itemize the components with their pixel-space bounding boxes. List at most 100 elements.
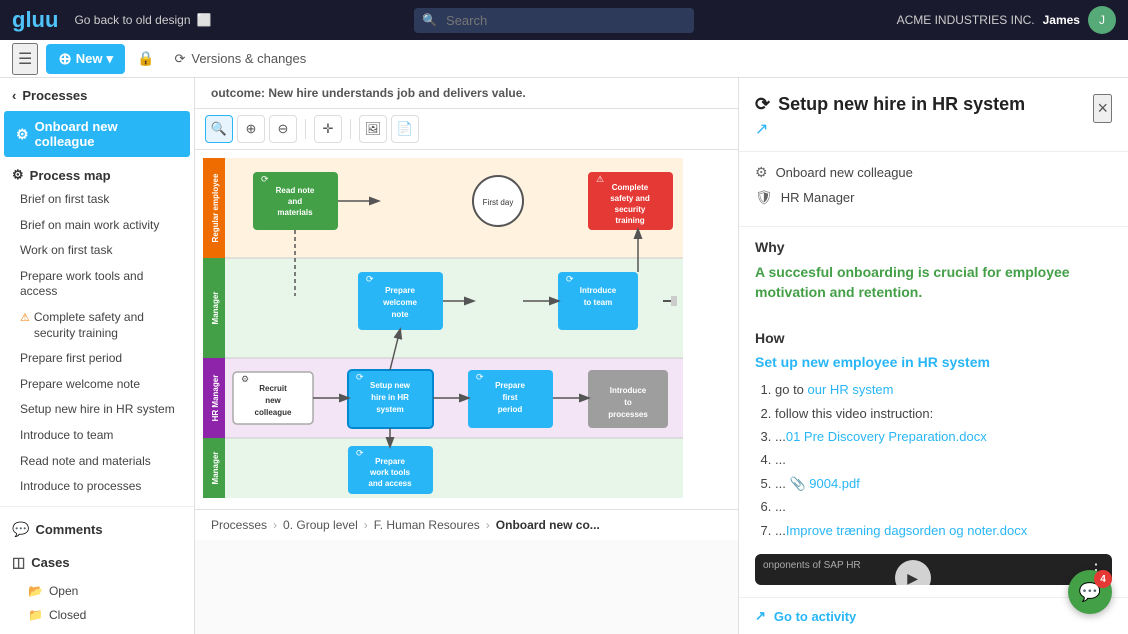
user-name: James bbox=[1043, 13, 1080, 27]
sidebar-item-complete-safety[interactable]: ⚠ Complete safety and security training bbox=[0, 305, 194, 346]
sidebar-item-prepare-welcome-note[interactable]: Prepare welcome note bbox=[0, 372, 194, 398]
go-activity-icon: ↗ bbox=[755, 608, 766, 624]
right-panel-header: ⟳ Setup new hire in HR system ↗ × bbox=[739, 78, 1128, 152]
diagram-toolbar: 🔍 ⊕ ⊖ ✛ 🖼 📄 bbox=[195, 109, 738, 150]
zoom-fit-button[interactable]: ⊕ bbox=[237, 115, 265, 143]
toolbar-separator bbox=[305, 119, 306, 139]
svg-text:first: first bbox=[502, 393, 517, 402]
docx-link-2[interactable]: Improve træning dagsorden og noter.docx bbox=[786, 523, 1027, 538]
process-map-header: ⚙ Process map bbox=[0, 159, 194, 187]
user-info: ACME INDUSTRIES INC. James J bbox=[897, 6, 1116, 34]
close-panel-button[interactable]: × bbox=[1093, 94, 1112, 123]
outcome-text: New hire understands job and delivers va… bbox=[268, 86, 525, 100]
go-to-activity-button[interactable]: ↗ Go to activity bbox=[739, 597, 1128, 634]
breadcrumb-group-level[interactable]: 0. Group level bbox=[283, 518, 358, 532]
video-thumbnail[interactable]: onponents of SAP HR SAR HR DEMO ▶ ⋮ bbox=[755, 554, 1112, 585]
list-item: go to our HR system bbox=[775, 378, 1112, 401]
svg-text:⟳: ⟳ bbox=[356, 372, 364, 382]
sidebar: ‹ Processes ⚙ Onboard new colleague ⚙ Pr… bbox=[0, 78, 195, 634]
cases-closed-item[interactable]: 📁 Closed bbox=[0, 603, 194, 627]
chevron-left-icon: ‹ bbox=[12, 88, 16, 103]
folder-open-icon: 📂 bbox=[28, 584, 43, 598]
main-layout: ‹ Processes ⚙ Onboard new colleague ⚙ Pr… bbox=[0, 78, 1128, 634]
hr-system-link[interactable]: our HR system bbox=[808, 382, 894, 397]
image-tool-button[interactable]: 🖼 bbox=[359, 115, 387, 143]
versions-changes-button[interactable]: ⟳ Versions & changes bbox=[166, 47, 314, 71]
pdf-link[interactable]: 9004.pdf bbox=[809, 476, 860, 491]
svg-text:⟳: ⟳ bbox=[476, 372, 484, 382]
svg-text:hire in HR: hire in HR bbox=[371, 393, 409, 402]
sidebar-item-introduce-processes[interactable]: Introduce to processes bbox=[0, 474, 194, 500]
breadcrumb-human-resources[interactable]: F. Human Resoures bbox=[374, 518, 480, 532]
svg-text:Setup new: Setup new bbox=[370, 381, 411, 390]
svg-text:to team: to team bbox=[584, 298, 612, 307]
role-icon: 🛡 bbox=[755, 189, 773, 206]
chevron-down-icon: ▾ bbox=[106, 51, 113, 67]
new-label: New bbox=[76, 51, 103, 66]
svg-text:period: period bbox=[498, 405, 523, 414]
processes-section-header[interactable]: ‹ Processes bbox=[0, 78, 194, 109]
expand-link[interactable]: ↗ bbox=[755, 119, 1093, 139]
sidebar-item-onboard-new-colleague[interactable]: ⚙ Onboard new colleague bbox=[4, 111, 190, 157]
why-text: A succesful onboarding is crucial for em… bbox=[755, 263, 1112, 302]
sidebar-item-introduce-team[interactable]: Introduce to team bbox=[0, 423, 194, 449]
breadcrumb-sep-3: › bbox=[486, 518, 490, 532]
how-label: How bbox=[755, 330, 1112, 346]
svg-text:Prepare: Prepare bbox=[495, 381, 525, 390]
list-item: ...Improve træning dagsorden og noter.do… bbox=[775, 519, 1112, 542]
sidebar-item-brief-main-work[interactable]: Brief on main work activity bbox=[0, 213, 194, 239]
cases-open-item[interactable]: 📂 Open bbox=[0, 579, 194, 603]
play-button[interactable]: ▶ bbox=[895, 560, 931, 585]
new-button[interactable]: ⊕ New ▾ bbox=[46, 44, 125, 74]
svg-text:new: new bbox=[265, 396, 281, 405]
zoom-out-button[interactable]: ⊖ bbox=[269, 115, 297, 143]
sidebar-item-prepare-first-period[interactable]: Prepare first period bbox=[0, 346, 194, 372]
list-item: ... bbox=[775, 448, 1112, 471]
search-input[interactable] bbox=[414, 8, 694, 33]
svg-text:materials: materials bbox=[277, 208, 313, 217]
docx-link-1[interactable]: 01 Pre Discovery Preparation.docx bbox=[786, 429, 987, 444]
svg-text:Introduce: Introduce bbox=[610, 386, 647, 395]
external-link-icon: ⬜ bbox=[197, 13, 212, 27]
svg-text:training: training bbox=[615, 216, 644, 225]
svg-text:⟳: ⟳ bbox=[566, 274, 574, 284]
svg-text:and access: and access bbox=[368, 479, 412, 488]
sidebar-item-setup-new-hire[interactable]: Setup new hire in HR system bbox=[0, 397, 194, 423]
list-item: ...01 Pre Discovery Preparation.docx bbox=[775, 425, 1112, 448]
sidebar-item-prepare-work-tools[interactable]: Prepare work tools and access bbox=[0, 264, 194, 305]
comments-section-btn[interactable]: 💬 Comments bbox=[0, 513, 194, 546]
sidebar-item-work-first-task[interactable]: Work on first task bbox=[0, 238, 194, 264]
zoom-in-button[interactable]: 🔍 bbox=[205, 115, 233, 143]
logo: gluu bbox=[12, 7, 58, 33]
cases-section-btn[interactable]: ◫ Cases bbox=[0, 546, 194, 579]
process-icon: ⚙ bbox=[16, 126, 29, 143]
list-item: follow this video instruction: bbox=[775, 402, 1112, 425]
list-item: ... 📎 9004.pdf bbox=[775, 472, 1112, 495]
role-label: HR Manager bbox=[781, 190, 855, 205]
parent-process-row: ⚙ Onboard new colleague bbox=[755, 164, 1112, 181]
sidebar-item-read-note[interactable]: Read note and materials bbox=[0, 449, 194, 475]
file-tool-button[interactable]: 📄 bbox=[391, 115, 419, 143]
right-panel: ⟳ Setup new hire in HR system ↗ × ⚙ Onbo… bbox=[738, 78, 1128, 634]
versions-icon: ⟳ bbox=[174, 51, 185, 67]
processes-label: Processes bbox=[22, 88, 87, 103]
list-item: ... bbox=[775, 495, 1112, 518]
svg-text:Prepare: Prepare bbox=[375, 457, 405, 466]
hamburger-menu-button[interactable]: ☰ bbox=[12, 43, 38, 75]
warning-icon: ⚠ bbox=[20, 311, 30, 325]
svg-text:Read note: Read note bbox=[276, 186, 315, 195]
comments-label: Comments bbox=[35, 522, 102, 537]
sidebar-item-brief-first-task[interactable]: Brief on first task bbox=[0, 187, 194, 213]
svg-text:⟳: ⟳ bbox=[366, 274, 374, 284]
breadcrumb-processes[interactable]: Processes bbox=[211, 518, 267, 532]
select-tool-button[interactable]: ✛ bbox=[314, 115, 342, 143]
process-map-icon: ⚙ bbox=[12, 167, 24, 183]
chat-button[interactable]: 💬 4 bbox=[1068, 570, 1112, 614]
back-to-old-design-link[interactable]: Go back to old design ⬜ bbox=[74, 13, 211, 27]
how-title[interactable]: Set up new employee in HR system bbox=[755, 354, 1112, 370]
outcome-bar: outcome: New hire understands job and de… bbox=[195, 78, 738, 109]
svg-text:safety and: safety and bbox=[610, 194, 650, 203]
go-activity-label: Go to activity bbox=[774, 609, 856, 624]
comments-icon: 💬 bbox=[12, 521, 29, 538]
plus-icon: ⊕ bbox=[58, 49, 71, 69]
